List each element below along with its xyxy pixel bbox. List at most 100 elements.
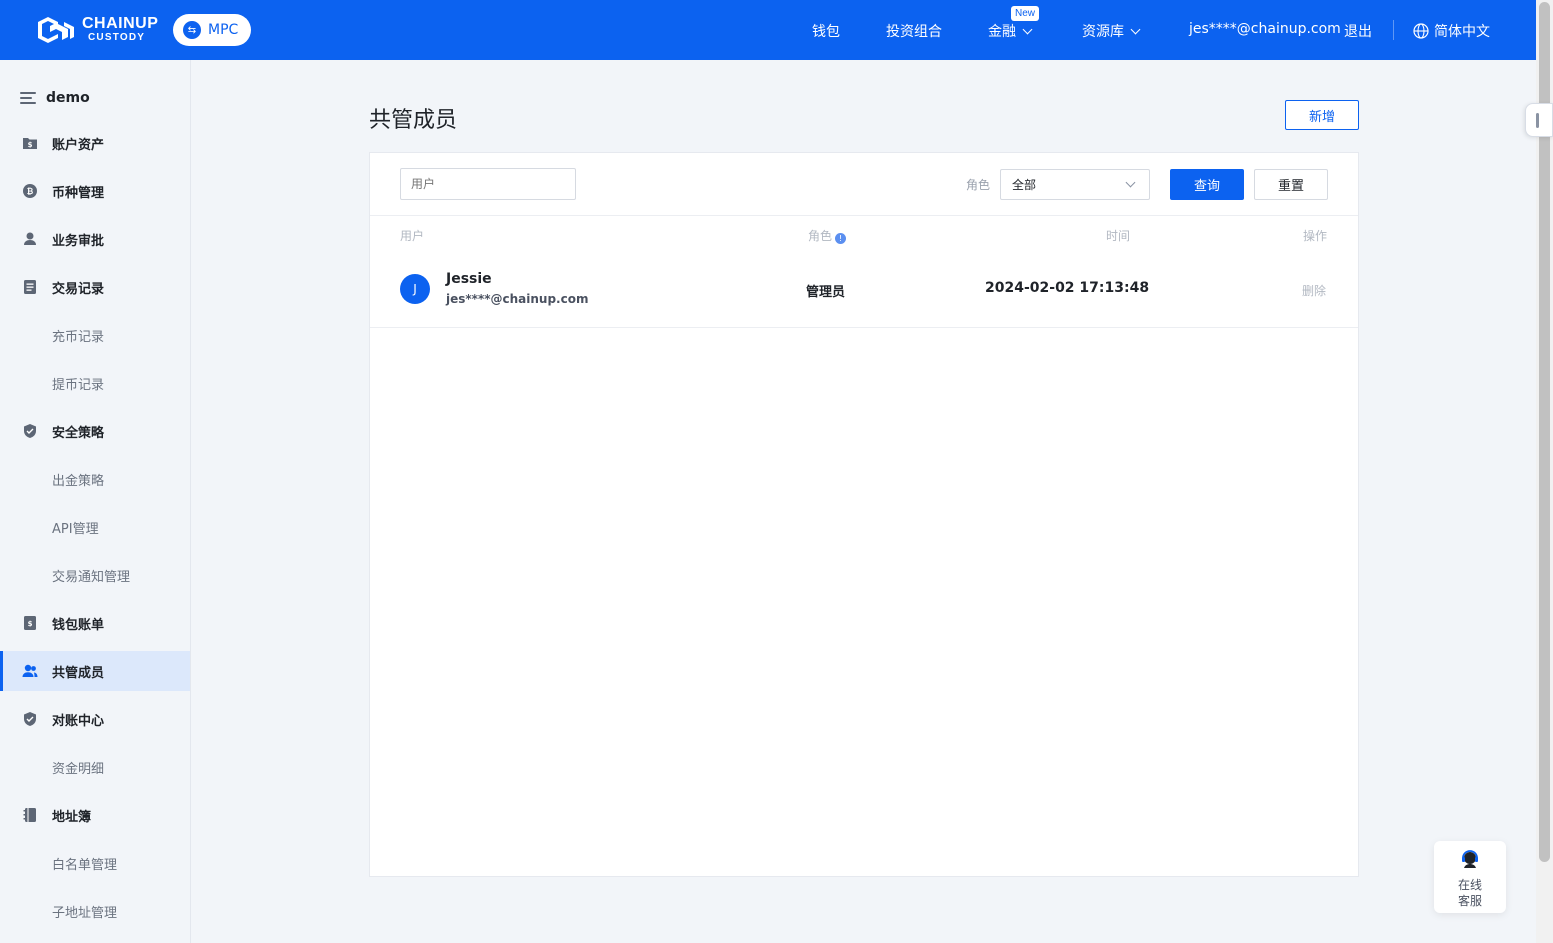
menu-icon[interactable] [20,92,36,104]
user-email[interactable]: jes****@chainup.com [1189,21,1341,37]
column-header-role: 角色! [808,227,847,244]
sidebar-item-label: 钱包账单 [52,617,105,633]
info-icon[interactable]: ! [835,233,847,244]
support-label-line1: 在线 [1457,878,1482,892]
chainup-logo-icon [38,17,74,43]
sidebar-item-account-assets[interactable]: $ 账户资产 [0,123,190,163]
sidebar-item-transactions[interactable]: 交易记录 [0,267,190,307]
top-navbar: CHAINUP CUSTODY ⇆ MPC 钱包 投资组合 金融 New 资源库… [0,0,1536,60]
sidebar-item-label: 对账中心 [52,713,105,729]
sidebar-item-sub-addresses[interactable]: 子地址管理 [0,891,190,931]
mpc-switch-button[interactable]: ⇆ MPC [173,14,251,46]
sidebar-item-label: 充币记录 [52,329,105,345]
address-book-icon [23,808,36,822]
sidebar-item-label: 业务审批 [52,233,105,249]
sidebar-item-label: 安全策略 [52,425,105,441]
mpc-label: MPC [208,22,239,38]
logout-link[interactable]: 退出 [1344,21,1372,41]
chevron-down-icon [1125,177,1136,188]
sidebar-item-reconciliation[interactable]: 对账中心 [0,699,190,739]
sidebar-item-business-approval[interactable]: 业务审批 [0,219,190,259]
sidebar-item-label: 出金策略 [52,473,105,489]
sidebar-item-label: 白名单管理 [52,857,118,873]
sidebar-item-deposit-records[interactable]: 充币记录 [0,315,190,355]
nav-resources[interactable]: 资源库 [1082,21,1141,41]
handle-grip-icon [1536,113,1539,128]
support-label-line2: 客服 [1457,894,1482,908]
workspace-header[interactable]: demo [20,90,90,106]
globe-icon [1413,23,1429,39]
member-name: Jessie [446,271,492,287]
sidebar: demo $ 账户资产 ₿ 币种管理 业务审批 交易记录 充币记录 提币记录 安… [0,60,191,943]
sidebar-item-label: 交易记录 [52,281,105,297]
nav-finance[interactable]: 金融 [988,21,1033,41]
role-filter-label: 角色 [966,178,991,192]
user-search-input[interactable] [400,168,576,200]
sidebar-item-withdraw-policy[interactable]: 出金策略 [0,459,190,499]
role-select[interactable]: 全部 [1000,169,1150,200]
avatar: J [400,274,430,304]
nav-portfolio[interactable]: 投资组合 [886,21,942,41]
chevron-down-icon [1022,24,1033,35]
role-select-value: 全部 [1012,178,1037,192]
column-header-time: 时间 [1106,229,1131,243]
member-role: 管理员 [806,285,846,300]
sidebar-item-label: 共管成员 [52,665,105,681]
add-member-button[interactable]: 新增 [1285,100,1359,130]
side-drawer-handle[interactable] [1525,103,1553,137]
new-badge: New [1011,6,1040,21]
page-title: 共管成员 [369,108,458,133]
shield-check-icon [24,712,36,726]
member-email: jes****@chainup.com [446,292,589,306]
shield-check-icon [24,424,36,438]
folder-dollar-icon: $ [23,138,37,149]
language-label: 简体中文 [1434,24,1490,40]
logo-wordmark: CHAINUP [82,15,159,32]
sidebar-item-withdraw-records[interactable]: 提币记录 [0,363,190,403]
svg-text:$: $ [28,620,33,628]
column-header-action: 操作 [1303,229,1328,243]
chainup-custody-logo[interactable]: CHAINUP CUSTODY [30,14,159,46]
column-header-user: 用户 [400,229,425,243]
sidebar-item-coin-management[interactable]: ₿ 币种管理 [0,171,190,211]
reset-button[interactable]: 重置 [1254,169,1328,200]
sidebar-item-co-managed-members[interactable]: 共管成员 [0,651,190,691]
nav-finance-label: 金融 [988,24,1016,40]
users-icon [22,664,38,677]
row-divider [370,327,1358,328]
sidebar-item-label: 地址簿 [52,809,92,825]
nav-wallet[interactable]: 钱包 [812,21,840,41]
sidebar-item-whitelist[interactable]: 白名单管理 [0,843,190,883]
language-switch[interactable]: 简体中文 [1413,21,1490,41]
wallet-bill-icon: $ [24,616,36,630]
bitcoin-coin-icon: ₿ [23,184,37,198]
svg-text:$: $ [28,141,33,149]
sidebar-item-label: 资金明细 [52,761,105,777]
sidebar-item-label: 账户资产 [52,137,105,153]
logo-subtitle: CUSTODY [88,32,146,43]
member-time: 2024-02-02 17:13:48 [985,280,1150,296]
sidebar-item-label: 子地址管理 [52,905,118,921]
sidebar-item-fund-details[interactable]: 资金明细 [0,747,190,787]
sidebar-item-security-policy[interactable]: 安全策略 [0,411,190,451]
online-support-widget[interactable]: 在线 客服 [1434,841,1506,913]
sidebar-item-label: API管理 [52,521,99,537]
sidebar-item-label: 币种管理 [52,185,105,201]
column-header-role-label: 角色 [808,229,833,243]
query-button[interactable]: 查询 [1170,169,1244,200]
sidebar-item-address-book[interactable]: 地址簿 [0,795,190,835]
sidebar-item-notification-management[interactable]: 交易通知管理 [0,555,190,595]
svg-text:₿: ₿ [27,187,34,196]
filter-divider [370,215,1358,216]
sidebar-item-label: 提币记录 [52,377,105,393]
members-card: 角色 全部 查询 重置 用户 角色! 时间 操作 J Jessie jes***… [369,152,1359,877]
workspace-name: demo [46,90,90,106]
sidebar-item-api-management[interactable]: API管理 [0,507,190,547]
nav-divider [1393,20,1394,40]
delete-button[interactable]: 删除 [1302,282,1326,299]
headset-support-icon [1462,850,1478,868]
swap-icon: ⇆ [183,21,201,39]
sidebar-item-label: 交易通知管理 [52,569,131,585]
sidebar-item-wallet-bill[interactable]: $ 钱包账单 [0,603,190,643]
chevron-down-icon [1130,24,1141,35]
